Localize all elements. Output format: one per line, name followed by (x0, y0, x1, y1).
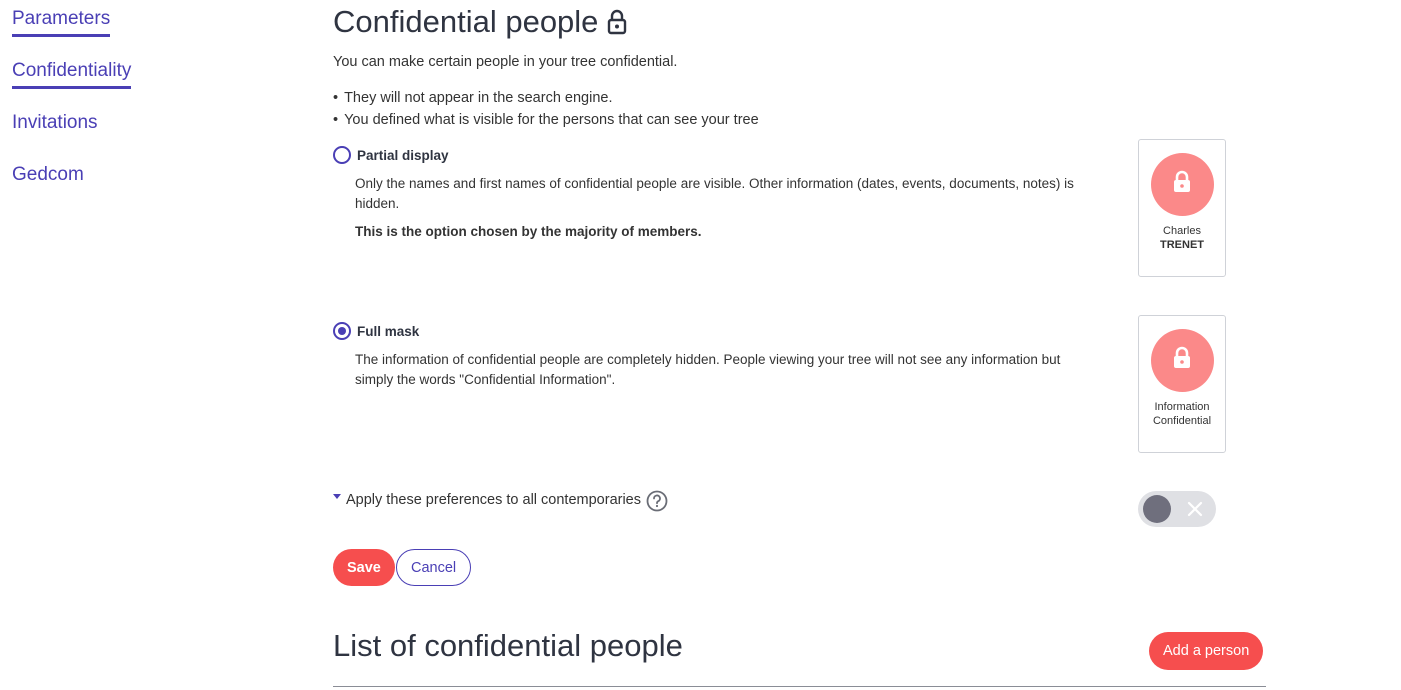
full-mask-radio[interactable] (333, 322, 351, 340)
lock-icon (1172, 346, 1192, 375)
lock-icon (1172, 170, 1192, 199)
preview-first-name: Charles (1163, 225, 1201, 237)
add-person-button[interactable]: Add a person (1149, 632, 1264, 670)
preview-last-name: TRENET (1160, 239, 1204, 251)
preview-line-2: Confidential (1152, 415, 1212, 427)
bullet-item: You defined what is visible for the pers… (333, 109, 759, 131)
title-row: Confidential people (333, 4, 628, 40)
intro-text: You can make certain people in your tree… (333, 54, 678, 70)
partial-display-radio[interactable] (333, 146, 351, 164)
bullet-item: They will not appear in the search engin… (333, 87, 759, 109)
option-partial-display: Partial display Only the names and first… (333, 146, 1273, 239)
divider (333, 686, 1266, 687)
preview-line-1: Information (1154, 401, 1210, 413)
partial-display-label[interactable]: Partial display (357, 148, 449, 163)
avatar (1150, 153, 1214, 216)
page-title: Confidential people (333, 4, 599, 39)
sidebar-item-invitations[interactable]: Invitations (12, 112, 98, 134)
sidebar-item-confidentiality[interactable]: Confidentiality (12, 60, 132, 89)
apply-preferences-row[interactable]: Apply these preferences to all contempor… (333, 490, 668, 512)
caret-down-icon[interactable] (333, 493, 341, 499)
toggle-knob[interactable] (1143, 495, 1171, 523)
help-icon[interactable] (646, 490, 668, 512)
option-full-mask: Full mask The information of confidentia… (333, 322, 1273, 390)
partial-preview-card: Charles TRENET (1138, 139, 1226, 277)
full-mask-label[interactable]: Full mask (357, 324, 419, 339)
cancel-button[interactable]: Cancel (396, 549, 472, 586)
apply-preferences-toggle[interactable] (1138, 491, 1216, 527)
list-title: List of confidential people (333, 628, 683, 663)
partial-display-note: This is the option chosen by the majorit… (355, 224, 702, 239)
apply-preferences-label[interactable]: Apply these preferences to all contempor… (346, 492, 641, 508)
sidebar-item-gedcom[interactable]: Gedcom (12, 164, 84, 186)
partial-display-description: Only the names and first names of confid… (355, 176, 1074, 211)
lock-icon (606, 9, 628, 35)
sidebar-item-parameters[interactable]: Parameters (12, 8, 111, 37)
settings-page: Parameters Confidentiality Invitations G… (0, 0, 1401, 690)
full-mask-description: The information of confidential people a… (355, 352, 1061, 387)
close-icon (1185, 499, 1205, 519)
save-button[interactable]: Save (333, 549, 395, 586)
info-bullets: They will not appear in the search engin… (333, 87, 759, 131)
avatar (1150, 329, 1214, 392)
full-preview-card: Information Confidential (1138, 315, 1226, 453)
